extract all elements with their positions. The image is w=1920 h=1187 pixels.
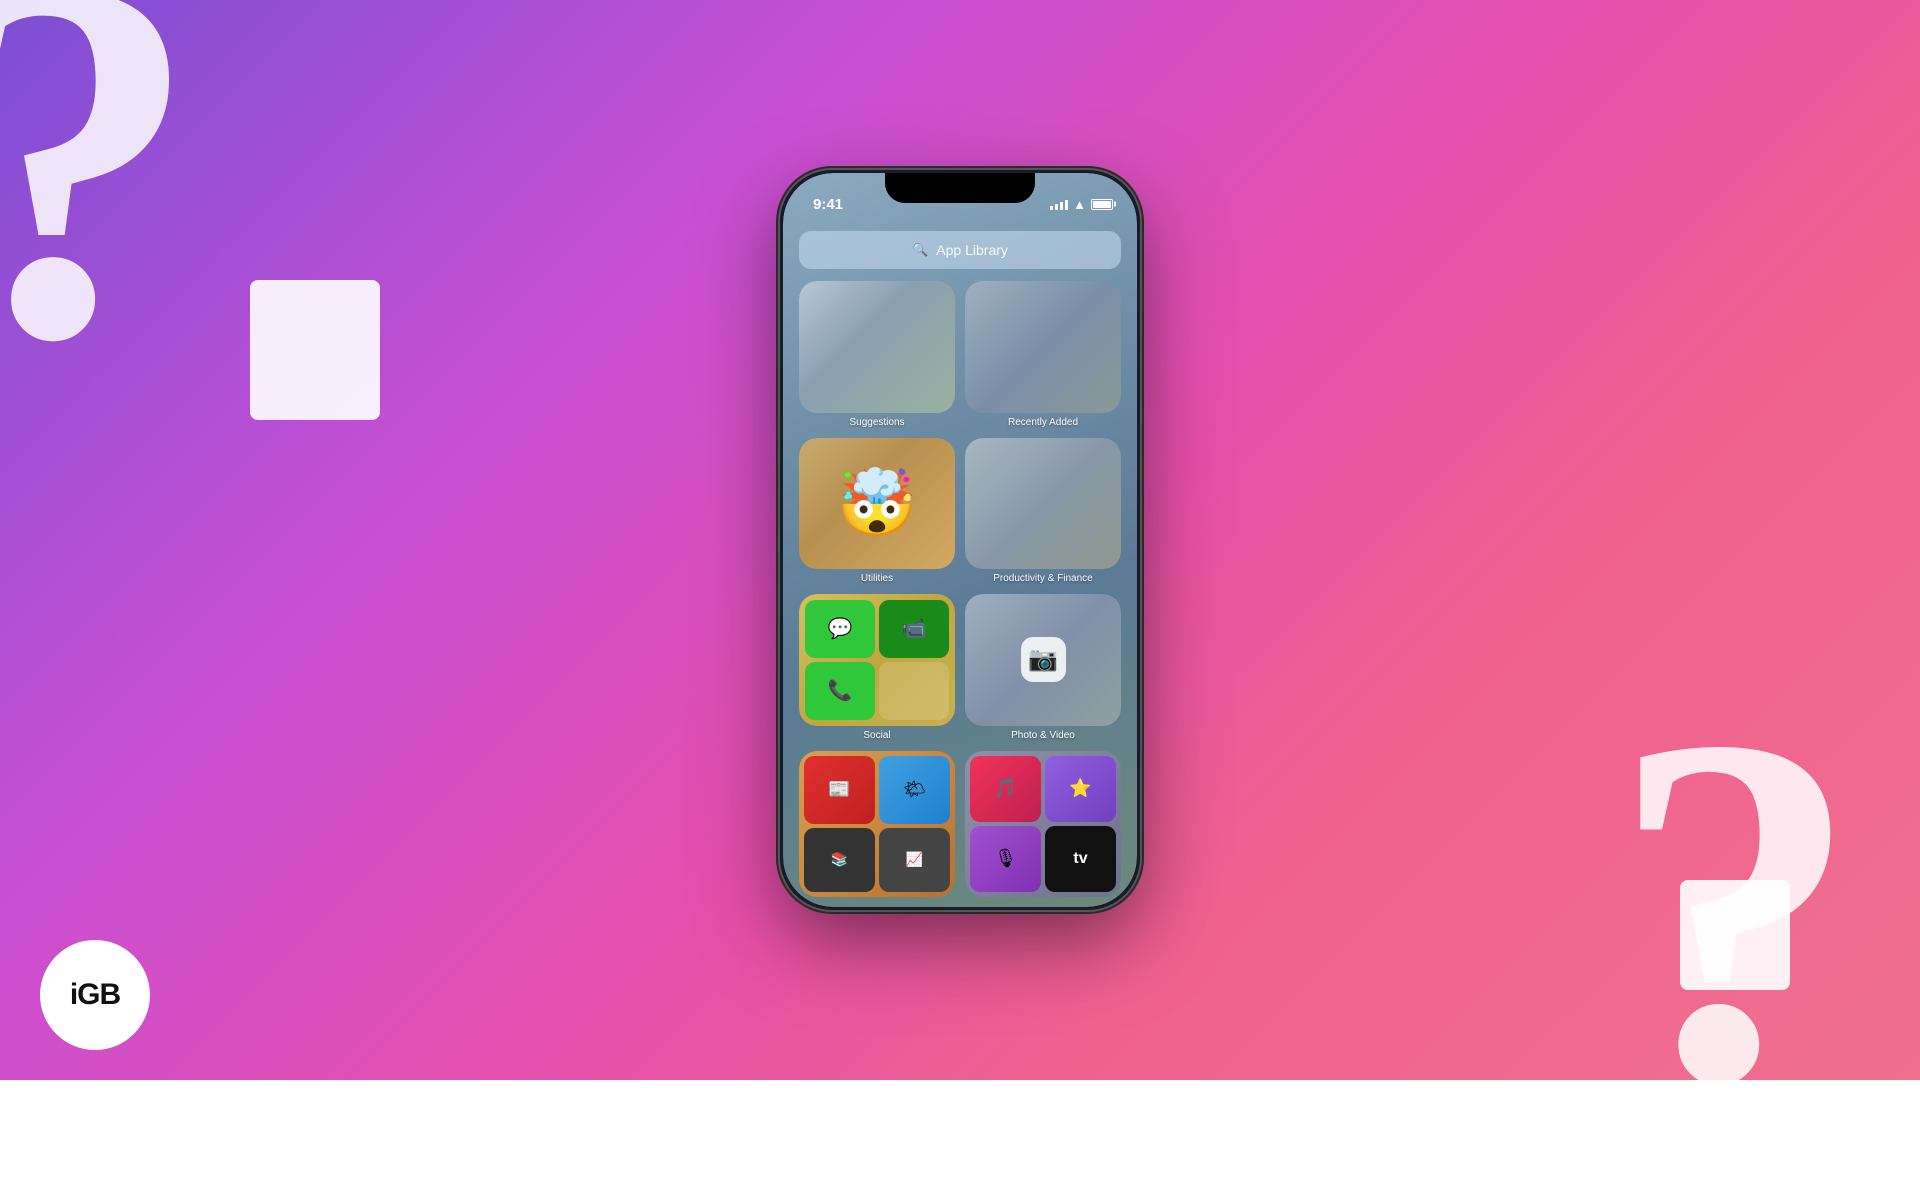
signal-bar-3 [1060,202,1063,210]
news-mini-app: 📰 [804,756,875,824]
utilities-bg: 🤯 [799,438,955,570]
music-store-bg: 🎵 ⭐ 🎙 tv [965,751,1121,898]
signal-bar-4 [1065,200,1068,210]
recently-bg [965,281,1121,413]
signal-icon [1050,198,1068,210]
battery-fill [1093,201,1111,208]
igb-logo: iGB [40,940,150,1050]
app-row-2: 🤯 Utilities Productivity & Finance [799,438,1121,585]
recently-added-cell[interactable]: Recently Added [965,281,1121,428]
app-row-1: Suggestions Recently Added [799,281,1121,428]
social-bg: 💬 📹 📞 [799,594,955,726]
suggestions-bg [799,281,955,413]
utilities-emoji: 🤯 [837,465,918,541]
books-mini-app: 📚 [804,828,875,892]
utilities-label: Utilities [861,573,893,584]
appstore-mini-app: ⭐ [1045,756,1116,822]
news-weather-bg: 📰 🌤 📚 📈 [799,751,955,898]
messages-mini-app: 💬 [805,600,875,658]
empty-mini-slot [879,662,949,720]
productivity-label: Productivity & Finance [993,573,1093,584]
notch [885,173,1035,203]
photo-video-label: Photo & Video [1011,730,1075,741]
music-store-cell[interactable]: 🎵 ⭐ 🎙 tv [965,751,1121,898]
status-icons: ▲ [1050,197,1113,212]
utilities-inner: 🤯 [799,438,955,570]
wifi-icon: ▲ [1073,197,1086,212]
camera-app-icon: 📷 [1021,637,1066,682]
app-grid: Suggestions Recently Added 🤯 [799,281,1121,897]
news-weather-inner: 📰 🌤 📚 📈 [799,751,955,898]
photo-video-inner: 📷 [965,594,1121,726]
iphone-frame: 9:41 ▲ 🔍 App Library [780,170,1140,910]
search-bar[interactable]: 🔍 App Library [799,231,1121,269]
search-icon: 🔍 [912,242,928,258]
recently-added-label: Recently Added [1008,417,1078,428]
app-row-3: 💬 📹 📞 Social 📷 [799,594,1121,741]
music-mini-app: 🎵 [970,756,1041,822]
productivity-cell[interactable]: Productivity & Finance [965,438,1121,585]
photo-video-cell[interactable]: 📷 Photo & Video [965,594,1121,741]
utilities-cell[interactable]: 🤯 Utilities [799,438,955,585]
app-row-4: 📰 🌤 📚 📈 🎵 [799,751,1121,898]
signal-bar-1 [1050,206,1053,210]
suggestions-cell[interactable]: Suggestions [799,281,955,428]
photo-bg: 📷 [965,594,1121,726]
bottom-row2-grid: 🎵 ⭐ 🎙 tv [965,751,1121,898]
recently-added-inner [965,281,1121,413]
bottom-row-grid: 📰 🌤 📚 📈 [799,751,955,898]
news-weather-cell[interactable]: 📰 🌤 📚 📈 [799,751,955,898]
status-time: 9:41 [807,196,843,213]
podcasts-mini-app: 🎙 [970,826,1041,892]
stocks-mini-app: 📈 [879,828,950,892]
social-label: Social [863,730,890,741]
iphone-inner: 9:41 ▲ 🔍 App Library [783,173,1137,907]
appletv-mini-app: tv [1045,826,1116,892]
productivity-inner [965,438,1121,570]
facetime-mini-app: 📹 [879,600,949,658]
suggestions-label: Suggestions [849,417,904,428]
igb-text: iGB [70,978,120,1012]
weather-mini-app: 🌤 [879,756,950,824]
phone-mini-app: 📞 [805,662,875,720]
music-store-inner: 🎵 ⭐ 🎙 tv [965,751,1121,898]
search-placeholder: App Library [936,242,1008,258]
social-inner: 💬 📹 📞 [799,594,955,726]
battery-icon [1091,199,1113,210]
productivity-bg [965,438,1121,570]
iphone-screen: 9:41 ▲ 🔍 App Library [783,173,1137,907]
suggestions-inner [799,281,955,413]
signal-bar-2 [1055,204,1058,210]
social-cell[interactable]: 💬 📹 📞 Social [799,594,955,741]
